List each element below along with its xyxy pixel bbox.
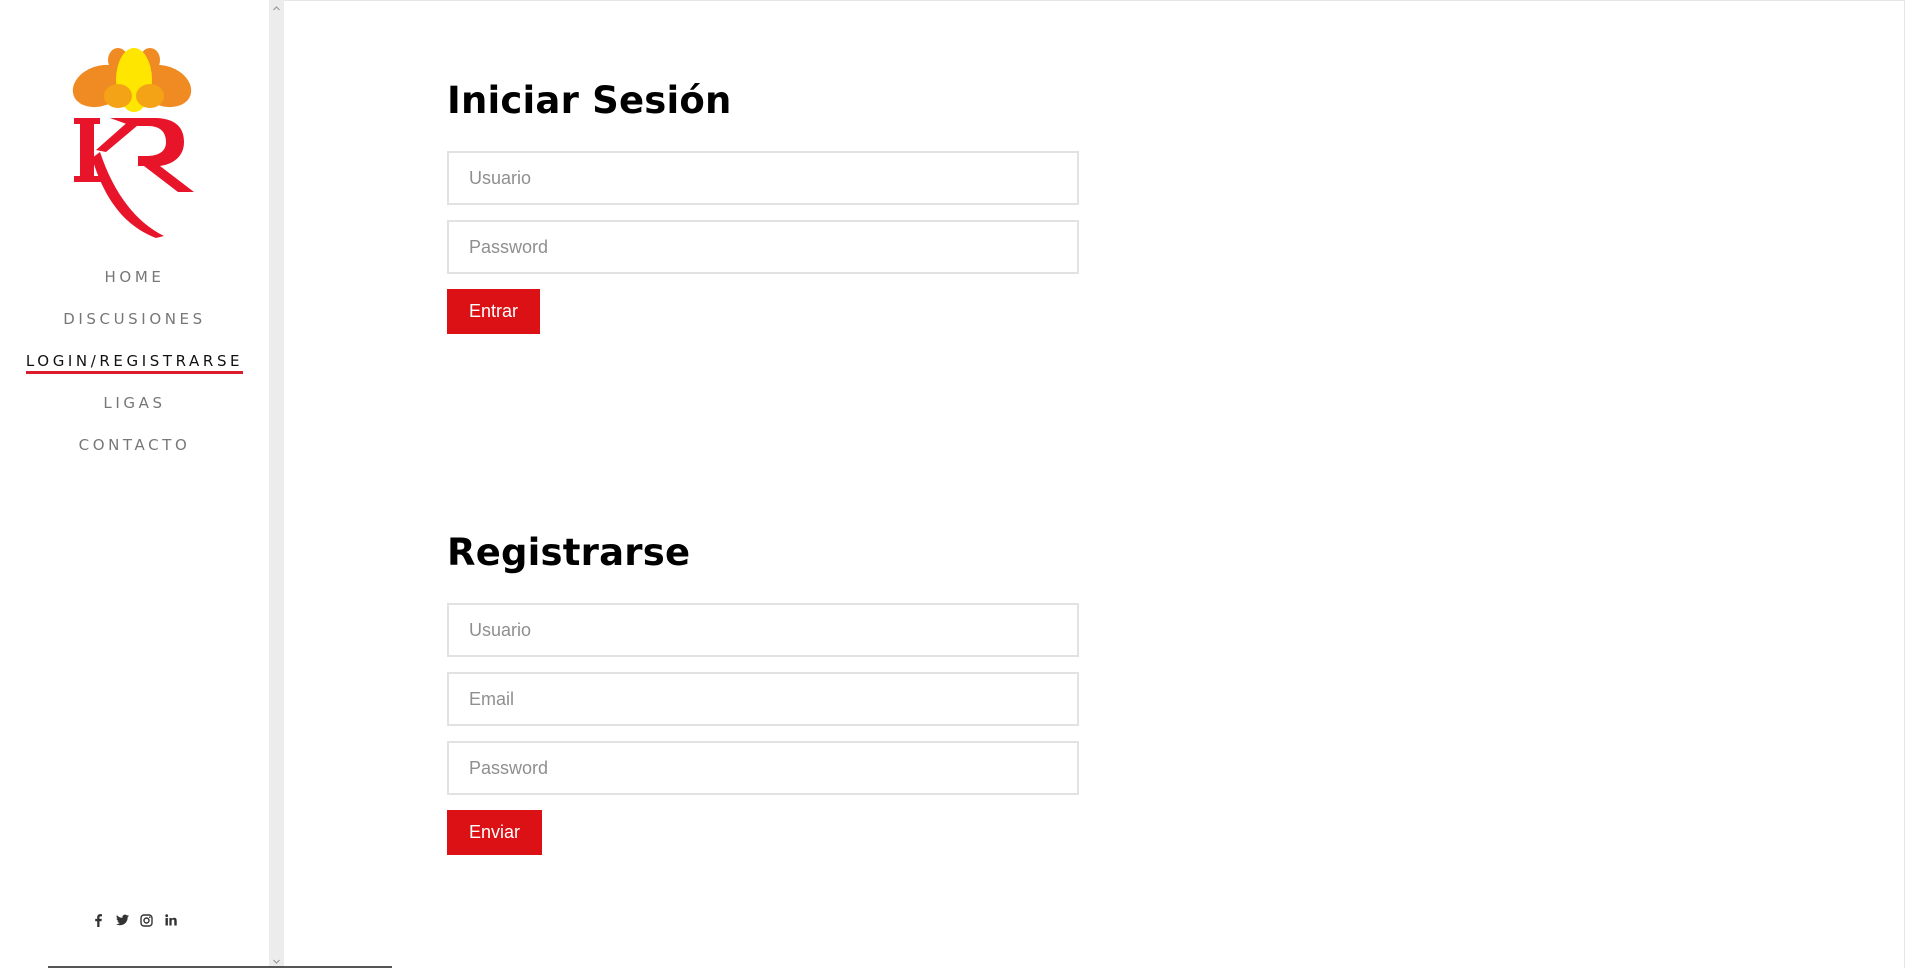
instagram-icon[interactable] bbox=[140, 913, 153, 927]
main-nav: HOME DISCUSIONES LOGIN/REGISTRARSE LIGAS… bbox=[0, 268, 269, 478]
register-submit-button[interactable]: Enviar bbox=[447, 810, 543, 855]
scroll-up-arrow-icon[interactable] bbox=[272, 4, 281, 13]
nav-item-discusiones[interactable]: DISCUSIONES bbox=[63, 310, 206, 330]
scroll-down-arrow-icon[interactable] bbox=[272, 957, 281, 966]
nav-item-home[interactable]: HOME bbox=[105, 268, 165, 288]
login-username-input[interactable] bbox=[447, 151, 1079, 205]
facebook-icon[interactable] bbox=[92, 913, 105, 927]
register-username-input[interactable] bbox=[447, 603, 1079, 657]
register-email-input[interactable] bbox=[447, 672, 1079, 726]
sidebar: HOME DISCUSIONES LOGIN/REGISTRARSE LIGAS… bbox=[0, 0, 269, 968]
linkedin-icon[interactable] bbox=[164, 913, 177, 927]
register-title: Registrarse bbox=[447, 531, 691, 574]
lotus-kr-logo-icon bbox=[72, 48, 194, 238]
social-links bbox=[0, 913, 269, 927]
login-title: Iniciar Sesión bbox=[447, 79, 732, 122]
login-password-input[interactable] bbox=[447, 220, 1079, 274]
register-password-input[interactable] bbox=[447, 741, 1079, 795]
site-logo[interactable] bbox=[52, 38, 216, 238]
login-submit-button[interactable]: Entrar bbox=[447, 289, 541, 334]
nav-item-contacto[interactable]: CONTACTO bbox=[79, 436, 191, 456]
main-content: Iniciar Sesión Entrar Registrarse Enviar bbox=[284, 0, 1905, 968]
twitter-icon[interactable] bbox=[116, 913, 129, 927]
nav-item-ligas[interactable]: LIGAS bbox=[103, 394, 165, 414]
nav-item-login-registrarse[interactable]: LOGIN/REGISTRARSE bbox=[25, 352, 244, 374]
sidebar-scrollbar[interactable] bbox=[269, 0, 284, 968]
